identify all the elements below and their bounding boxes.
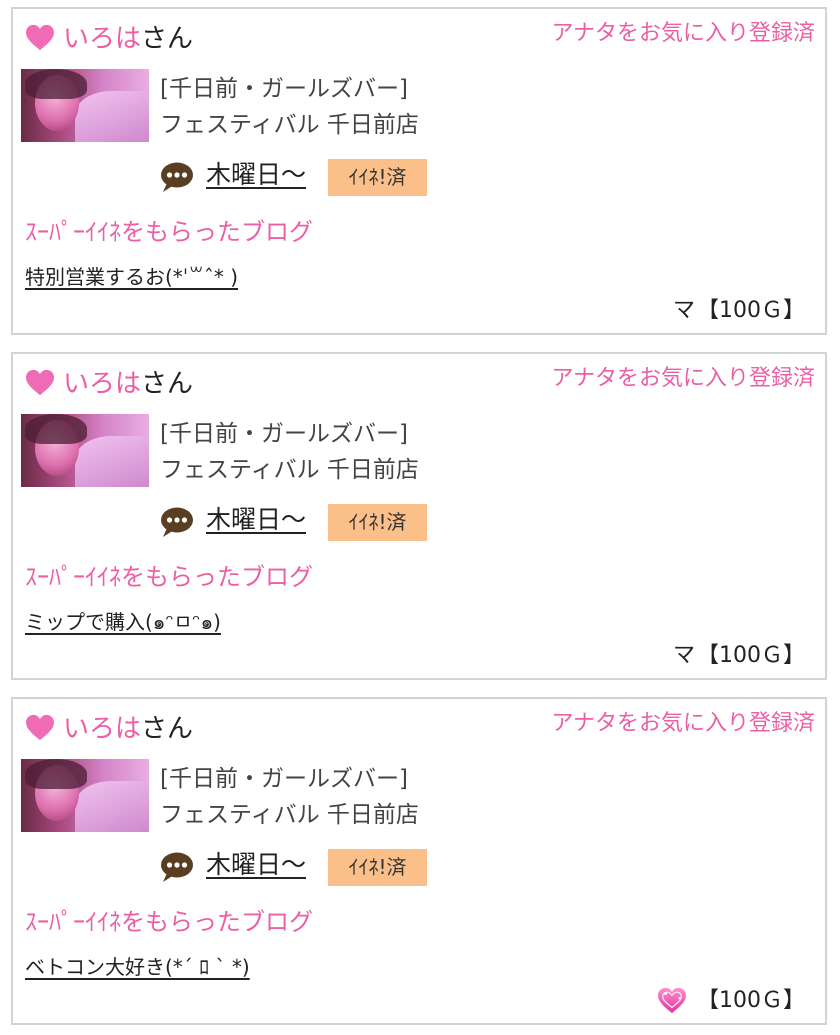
user-name[interactable]: いろはさん [63, 21, 193, 57]
honorific-suffix: さん [141, 369, 194, 399]
heart-icon [26, 714, 54, 741]
shop-name: フェスティバル 千日前店 [160, 457, 419, 483]
favorite-status: アナタをお気に入り登録済 [551, 366, 815, 391]
shop-info[interactable]: [千日前・ガールズバー] フェスティバル 千日前店 [160, 416, 419, 488]
shop-category: [千日前・ガールズバー] [160, 421, 408, 447]
shop-category: [千日前・ガールズバー] [160, 766, 408, 792]
schedule-day-link[interactable]: 木曜日〜 [206, 157, 306, 193]
gift-amount: 【100Ｇ】 [697, 988, 805, 1013]
super-iine-blog-heading: ｽｰﾊﾟｰｲｲﾈをもらったブログ [25, 563, 313, 591]
shop-info[interactable]: [千日前・ガールズバー] フェスティバル 千日前店 [160, 71, 419, 143]
user-name[interactable]: いろはさん [63, 711, 193, 747]
chat-bubble-icon [161, 852, 193, 882]
shop-category: [千日前・ガールズバー] [160, 76, 408, 102]
gift-info: マ【100Ｇ】 [673, 295, 805, 327]
profile-photo[interactable] [21, 69, 149, 142]
user-name-text[interactable]: いろは [63, 714, 141, 744]
honorific-suffix: さん [141, 24, 194, 54]
schedule-day-link[interactable]: 木曜日〜 [206, 502, 306, 538]
super-iine-blog-heading: ｽｰﾊﾟｰｲｲﾈをもらったブログ [25, 218, 313, 246]
sparkling-heart-icon [658, 987, 686, 1014]
profile-photo[interactable] [21, 414, 149, 487]
blog-entry-link[interactable]: 特別営業するお(*ˈ꒳ˆ* ) [25, 261, 238, 293]
user-name-text[interactable]: いろは [63, 369, 141, 399]
honorific-suffix: さん [141, 714, 194, 744]
gift-amount: 【100Ｇ】 [697, 298, 805, 323]
chat-bubble-icon [161, 507, 193, 537]
shop-info[interactable]: [千日前・ガールズバー] フェスティバル 千日前店 [160, 761, 419, 833]
user-name[interactable]: いろはさん [63, 366, 193, 402]
gift-info: 【100Ｇ】 [657, 985, 805, 1017]
heart-icon [26, 24, 54, 51]
chat-bubble-icon [161, 162, 193, 192]
shop-name: フェスティバル 千日前店 [160, 112, 419, 138]
user-name-text[interactable]: いろは [63, 24, 141, 54]
blog-like-card: いろはさん アナタをお気に入り登録済 [千日前・ガールズバー] フェスティバル … [11, 7, 827, 335]
blog-entry-link[interactable]: ミップで購入(๑ᵔㅁᵔ๑) [25, 606, 221, 638]
super-iine-blog-heading: ｽｰﾊﾟｰｲｲﾈをもらったブログ [25, 908, 313, 936]
gift-info: マ【100Ｇ】 [673, 640, 805, 672]
heart-icon [26, 369, 54, 396]
iine-done-badge: ｲｲﾈ!済 [328, 849, 427, 886]
gift-prefix: マ [672, 298, 695, 323]
shop-name: フェスティバル 千日前店 [160, 802, 419, 828]
blog-entry-link[interactable]: ベトコン大好き(*´ ﾛ ` *) [25, 951, 250, 983]
iine-done-badge: ｲｲﾈ!済 [328, 504, 427, 541]
favorite-status: アナタをお気に入り登録済 [551, 711, 815, 736]
blog-like-card: いろはさん アナタをお気に入り登録済 [千日前・ガールズバー] フェスティバル … [11, 697, 827, 1025]
profile-photo[interactable] [21, 759, 149, 832]
schedule-day-link[interactable]: 木曜日〜 [206, 847, 306, 883]
blog-like-card: いろはさん アナタをお気に入り登録済 [千日前・ガールズバー] フェスティバル … [11, 352, 827, 680]
gift-amount: 【100Ｇ】 [697, 643, 805, 668]
gift-prefix: マ [672, 643, 695, 668]
iine-done-badge: ｲｲﾈ!済 [328, 159, 427, 196]
favorite-status: アナタをお気に入り登録済 [551, 21, 815, 46]
